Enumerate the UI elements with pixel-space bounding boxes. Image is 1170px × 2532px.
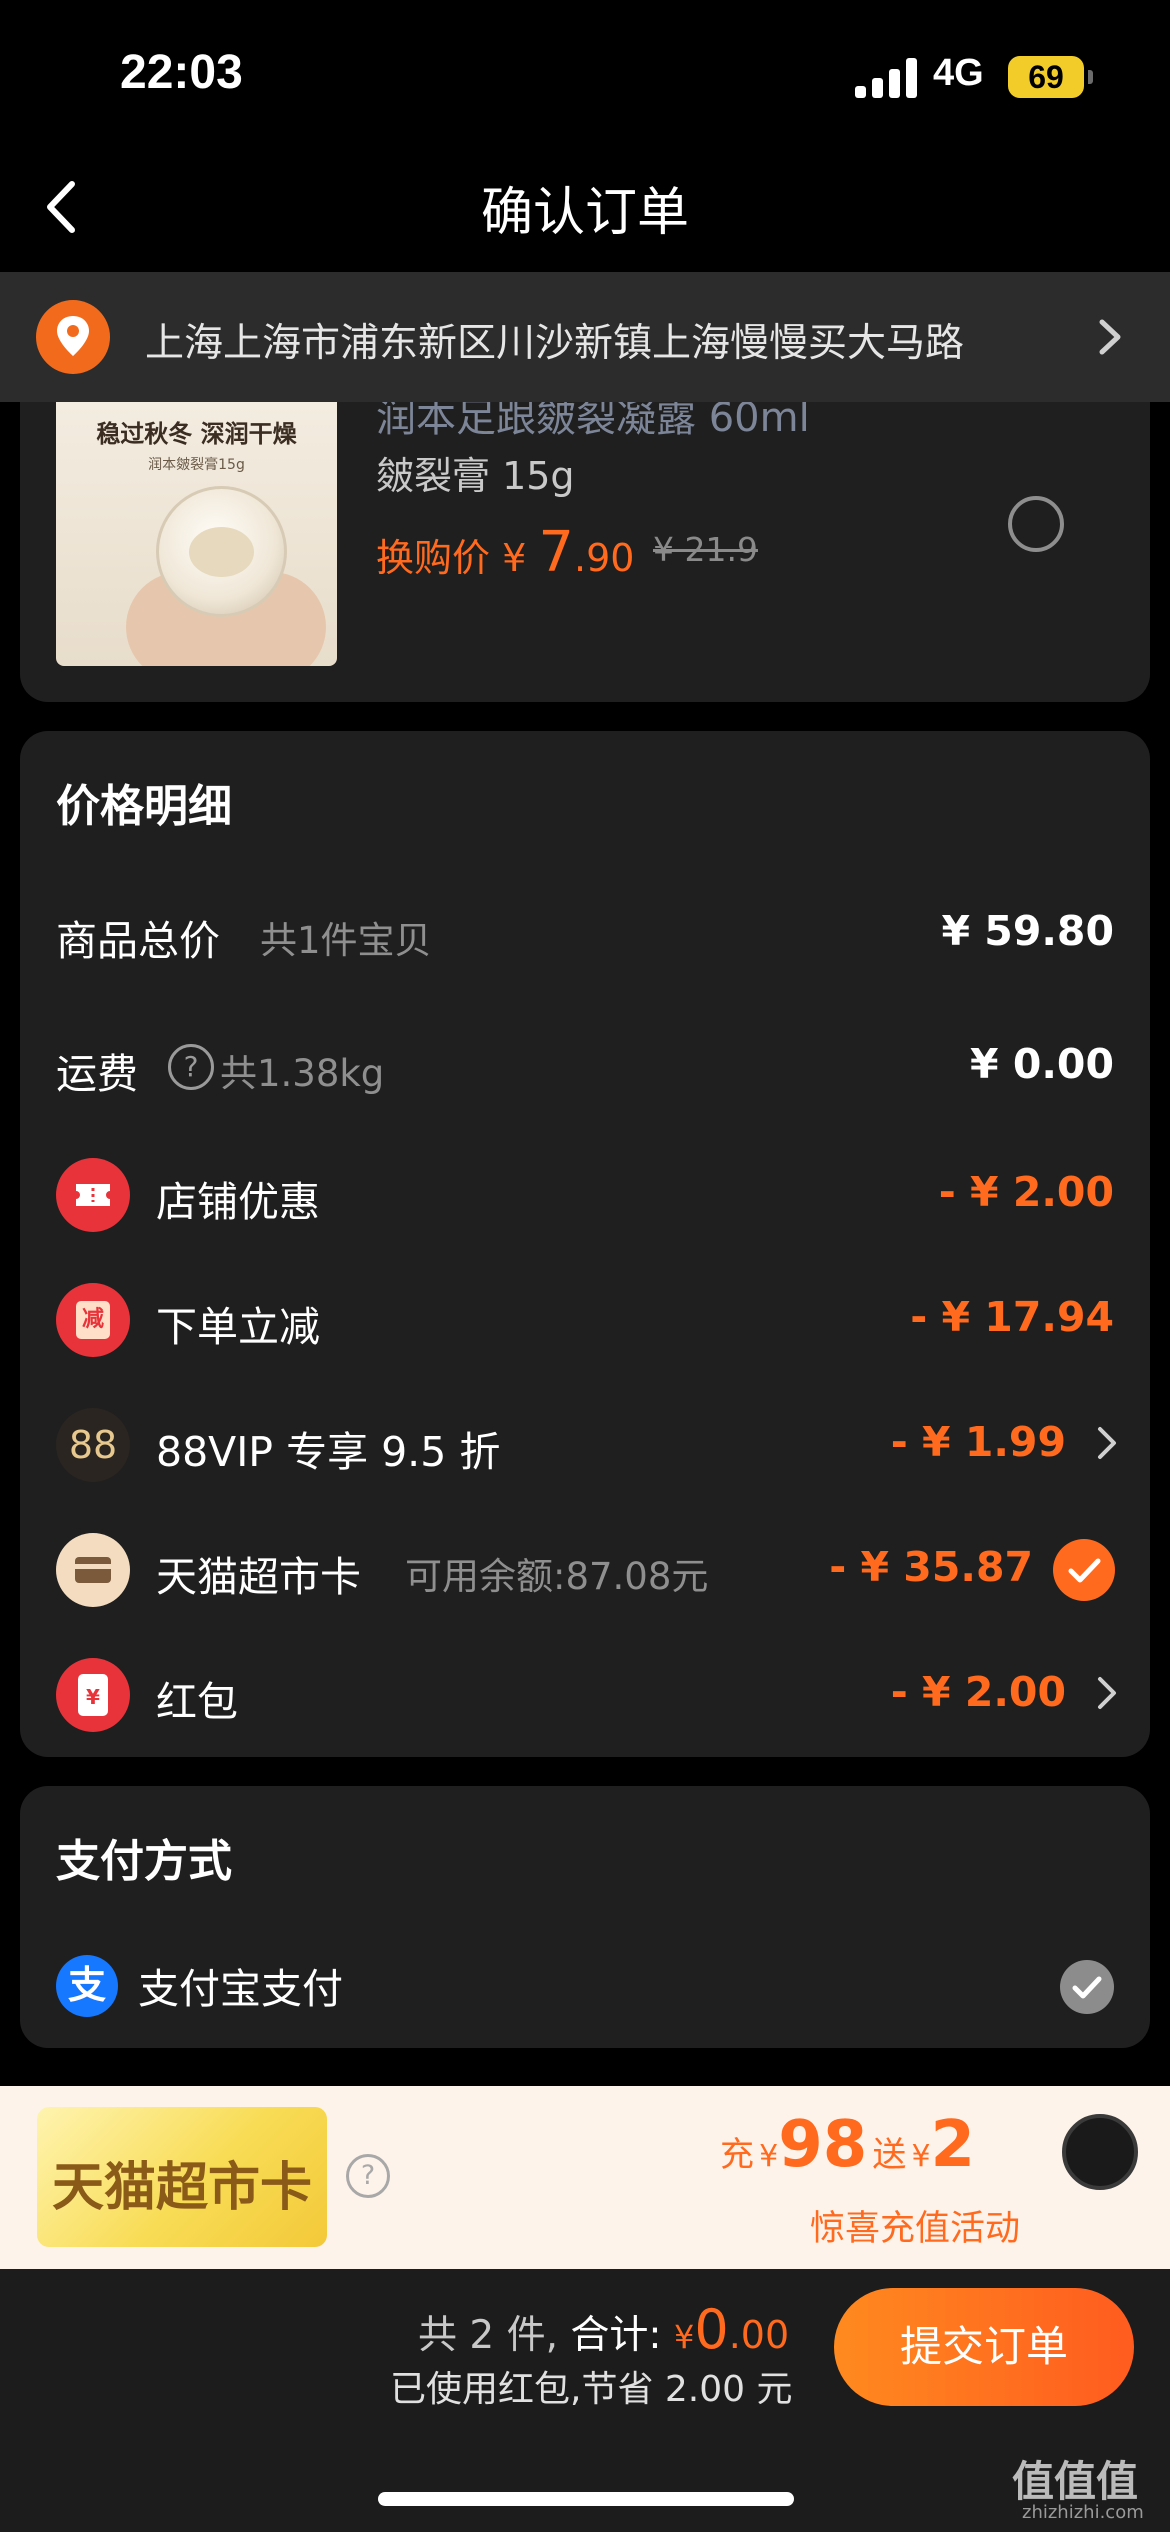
order-reduction-label: 下单立减	[156, 1303, 320, 1351]
swap-price-int: 7	[538, 520, 575, 585]
payment-title: 支付方式	[56, 1836, 232, 1887]
saved-note: 已使用红包,节省 2.00 元	[390, 2369, 793, 2410]
card-icon	[56, 1533, 130, 1607]
question-icon[interactable]: ?	[346, 2154, 390, 2198]
tmall-card-balance: 可用余额:87.08元	[405, 1555, 709, 1598]
total-line: 共 2 件, 合计: ¥0.00	[418, 2298, 789, 2361]
recharge-currency: ¥	[759, 2139, 779, 2174]
red-packet-icon: ¥	[56, 1658, 130, 1732]
signal-icon	[855, 58, 917, 98]
watermark-url: zhizhizhi.com	[1022, 2502, 1144, 2523]
coupon-icon	[56, 1158, 130, 1232]
total-currency: ¥	[673, 2318, 695, 2356]
product-image-subtitle: 润本皴裂膏15g	[148, 457, 245, 473]
goods-total-value: ¥ 59.80	[941, 907, 1115, 955]
watermark: 值值值	[1012, 2457, 1139, 2506]
red-packet-value[interactable]: - ¥ 2.00	[891, 1668, 1066, 1716]
item-count: 共 2 件,	[418, 2313, 559, 2358]
vip-icon: 88	[56, 1408, 130, 1482]
bonus-currency: ¥	[911, 2139, 931, 2174]
swap-price-currency: ¥	[502, 536, 527, 580]
original-price: ¥ 21.9	[653, 530, 758, 569]
product-select-radio[interactable]	[1008, 496, 1064, 552]
price-detail-card	[20, 731, 1150, 1757]
recharge-label: 充	[720, 2135, 754, 2175]
status-time: 22:03	[120, 46, 243, 99]
bonus-amount: 2	[930, 2108, 976, 2182]
vip-label: 88VIP 专享 9.5 折	[156, 1428, 501, 1476]
battery-icon: 69	[1008, 56, 1084, 98]
store-discount-label: 店铺优惠	[156, 1178, 320, 1226]
reduce-icon-glyph: 减	[76, 1301, 110, 1339]
tmall-card-label: 天猫超市卡	[156, 1553, 361, 1601]
chevron-right-icon[interactable]	[1092, 1671, 1122, 1715]
product-image[interactable]: 稳过秋冬 深润干燥 润本皴裂膏15g	[56, 402, 337, 666]
order-reduction-value: - ¥ 17.94	[910, 1293, 1114, 1341]
shipping-value: ¥ 0.00	[970, 1040, 1114, 1088]
chevron-right-icon	[1090, 312, 1130, 362]
alipay-icon: 支	[56, 1955, 118, 2017]
check-icon[interactable]	[1053, 1539, 1115, 1601]
total-dec: .00	[728, 2313, 790, 2357]
submit-order-button[interactable]: 提交订单	[834, 2288, 1134, 2406]
total-label: 合计:	[570, 2313, 662, 2358]
question-icon[interactable]: ?	[168, 1044, 214, 1090]
shipping-weight: 共1.38kg	[220, 1052, 385, 1095]
swap-price-label: 换购价	[376, 536, 491, 580]
product-spec: 皴裂膏 15g	[376, 454, 575, 498]
price-detail-title: 价格明细	[56, 781, 232, 832]
product-image-jar	[156, 486, 287, 617]
store-discount-value: - ¥ 2.00	[938, 1168, 1114, 1216]
recharge-amount: 98	[778, 2108, 868, 2182]
page-title: 确认订单	[480, 183, 689, 243]
product-image-jar-label	[189, 527, 254, 577]
red-packet-icon-glyph: ¥	[78, 1674, 108, 1716]
location-icon	[36, 300, 110, 374]
shipping-label: 运费	[56, 1050, 138, 1098]
network-type: 4G	[933, 52, 984, 94]
tmall-card-image-text: 天猫超市卡	[51, 2158, 312, 2218]
reduce-icon: 减	[56, 1283, 130, 1357]
payment-method[interactable]: 支付宝支付	[138, 1955, 343, 2015]
tmall-card-value: - ¥ 35.87	[829, 1543, 1033, 1591]
recharge-select-radio[interactable]	[1062, 2114, 1138, 2190]
goods-total-label: 商品总价	[56, 917, 220, 965]
tmall-card-image: 天猫超市卡	[37, 2107, 327, 2247]
swap-price: 换购价 ¥ 7.90	[376, 520, 634, 585]
goods-total-count: 共1件宝贝	[260, 919, 432, 962]
home-indicator[interactable]	[378, 2492, 794, 2506]
address-text[interactable]: 上海上海市浦东新区川沙新镇上海慢慢买大马路	[145, 312, 964, 368]
red-packet-label: 红包	[156, 1678, 238, 1726]
battery-nub	[1088, 70, 1093, 84]
product-image-headline: 稳过秋冬 深润干燥	[96, 420, 297, 448]
bonus-label: 送	[872, 2135, 907, 2175]
recharge-offer: 充 ¥98 送 ¥2	[720, 2108, 975, 2182]
swap-price-dec: .90	[574, 536, 635, 580]
chevron-right-icon[interactable]	[1092, 1421, 1122, 1465]
check-icon[interactable]	[1060, 1960, 1114, 2014]
total-int: 0	[694, 2298, 729, 2361]
recharge-subtitle: 惊喜充值活动	[810, 2209, 1021, 2249]
vip-value[interactable]: - ¥ 1.99	[891, 1418, 1066, 1466]
